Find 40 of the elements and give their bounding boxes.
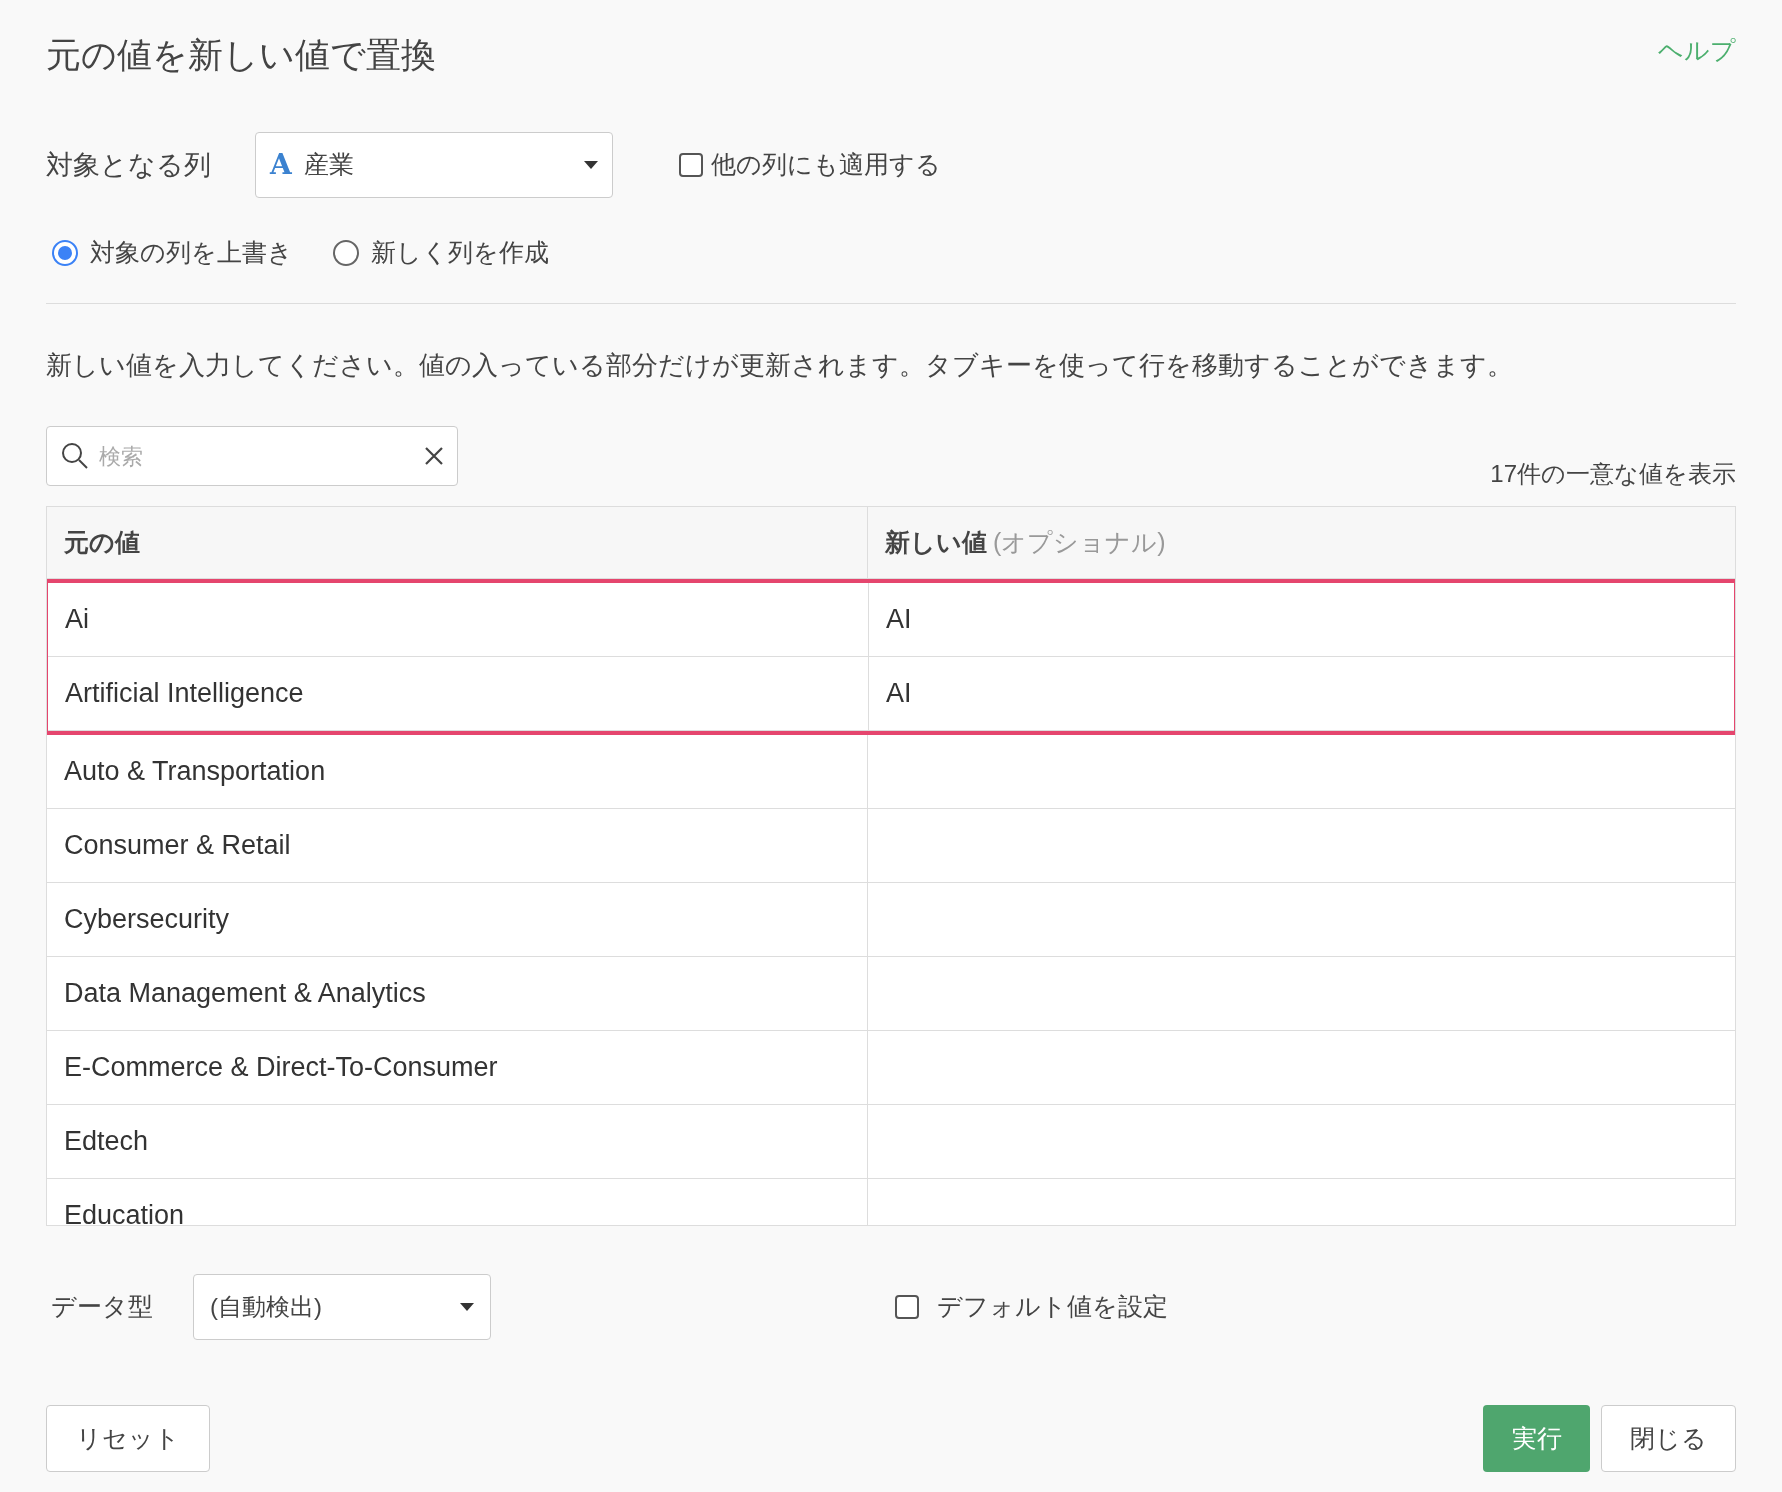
dropdown-value: 産業 [303, 149, 355, 181]
field-label: 対象となる列 [46, 148, 212, 182]
original-value-cell-text: Edtech [64, 1125, 149, 1159]
original-value-cell-text: Consumer & Retail [64, 829, 291, 863]
new-value-cell[interactable]: AI [886, 599, 912, 640]
data-type-dropdown[interactable]: (自動検出) [193, 1274, 491, 1340]
count-text: 17件の一意な値を表示 [1490, 459, 1736, 489]
radio-label: 対象の列を上書き [90, 237, 293, 269]
optional-note: (オプショナル) [993, 526, 1166, 558]
original-value-cell-text: Cybersecurity [64, 903, 230, 937]
field-label: データ型 [50, 1291, 154, 1323]
dropdown-value: (自動検出) [210, 1292, 323, 1322]
checkbox-label: デフォルト値を設定 [937, 1291, 1168, 1323]
search-field[interactable]: 検索 [46, 426, 458, 486]
radio-button[interactable] [333, 240, 359, 266]
original-value-cell-text: Education [64, 1199, 185, 1225]
search-input[interactable]: 検索 [99, 439, 415, 473]
original-value-cell-text: Ai [65, 603, 89, 637]
text-type-icon: A [270, 144, 292, 186]
radio-button[interactable] [52, 240, 78, 266]
dialog-title: 元の値を新しい値で置換 [46, 34, 436, 76]
original-value-cell-text: Artificial Intelligence [65, 677, 304, 711]
reset-button[interactable]: リセット [46, 1405, 210, 1472]
instruction-text: 新しい値を入力してください。値の入っている部分だけが更新されます。タブキーを使って行を移動することができます。 [46, 349, 1514, 381]
original-value-cell-text: Data Management & Analytics [64, 977, 426, 1011]
caret-icon [460, 1303, 474, 1311]
column-header: 新しい値 [885, 526, 987, 558]
clear-icon[interactable] [425, 447, 443, 465]
column-dropdown[interactable]: A 産業 [255, 132, 613, 198]
original-value-cell-text: E-Commerce & Direct-To-Consumer [64, 1051, 498, 1085]
checkbox[interactable] [679, 153, 703, 177]
caret-icon [584, 161, 598, 169]
radio-label: 新しく列を作成 [371, 237, 549, 269]
search-icon [61, 442, 89, 470]
close-button[interactable]: 閉じる [1601, 1405, 1736, 1472]
original-value-cell-text: Auto & Transportation [64, 755, 326, 789]
column-header: 元の値 [64, 526, 140, 558]
checkbox-label: 他の列にも適用する [711, 149, 941, 181]
checkbox[interactable] [895, 1295, 919, 1319]
new-value-cell[interactable]: AI [886, 673, 912, 714]
